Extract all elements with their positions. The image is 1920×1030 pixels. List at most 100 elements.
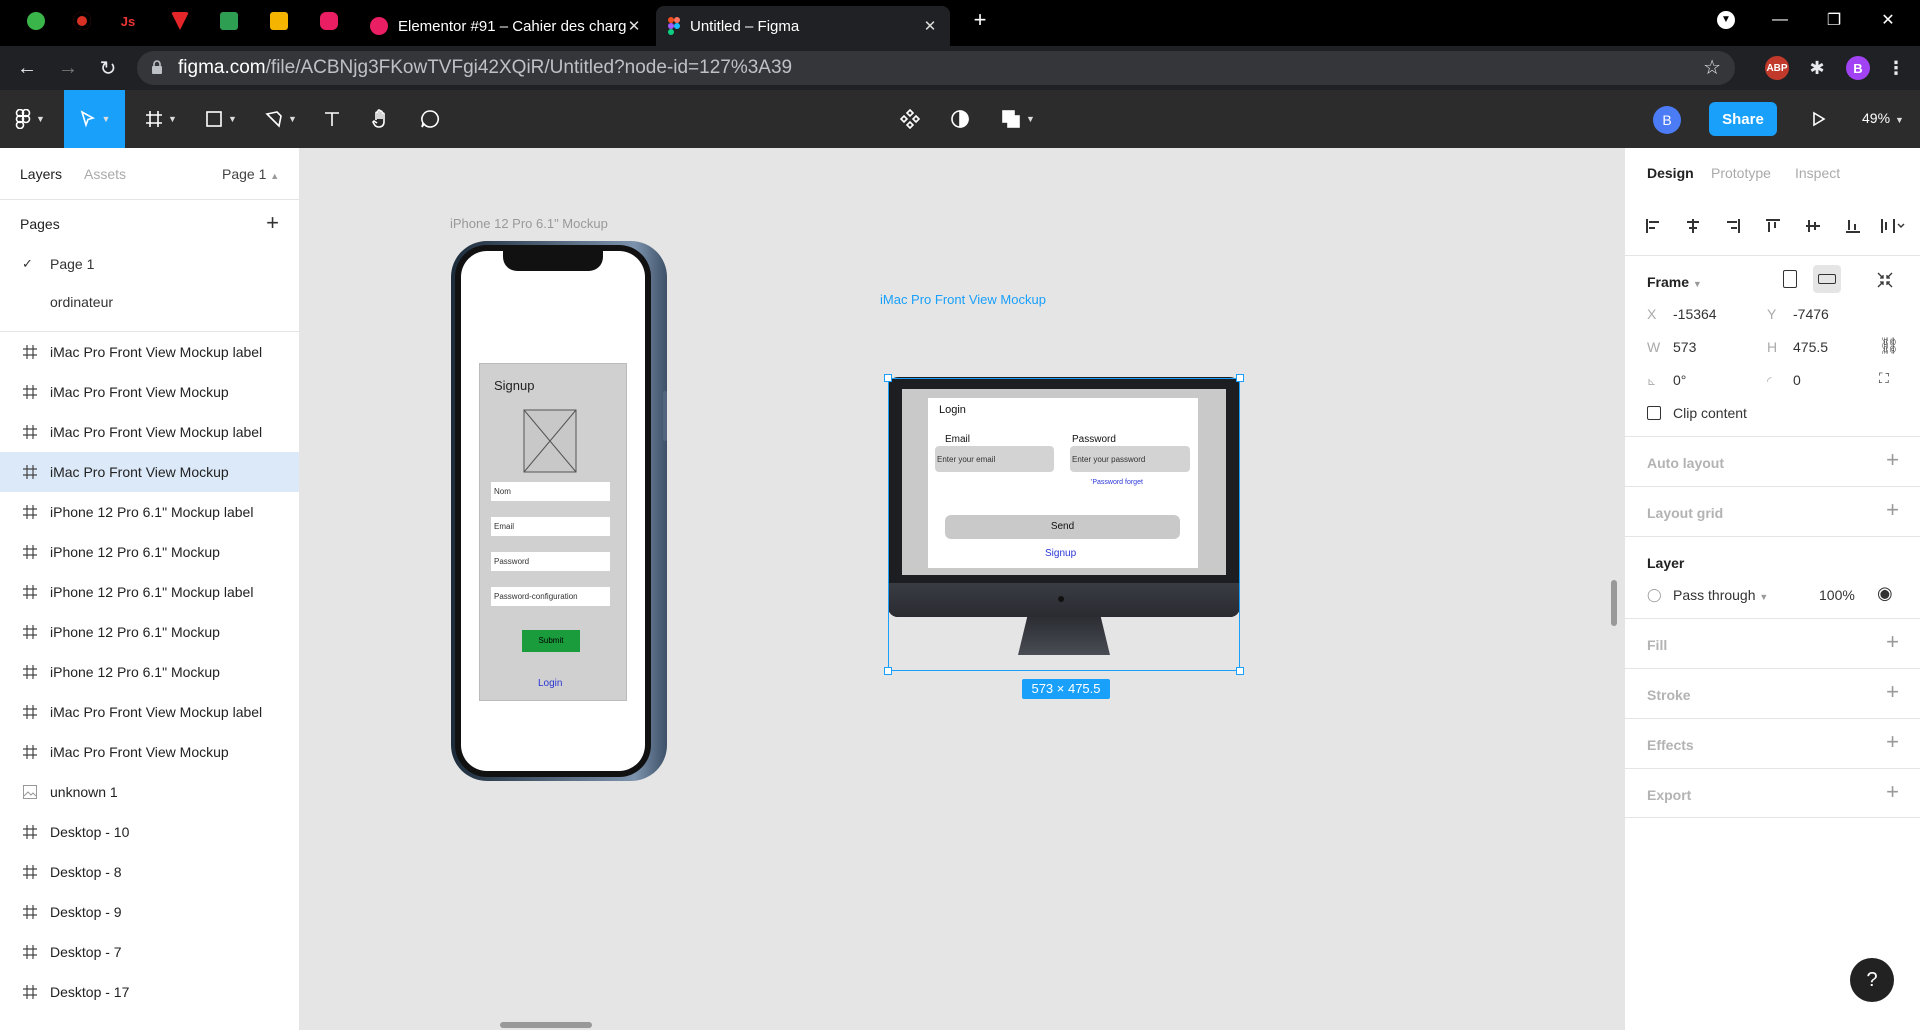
- align-middle-icon[interactable]: [1805, 218, 1821, 234]
- text-tool[interactable]: [318, 90, 346, 148]
- login-link[interactable]: Login: [538, 678, 562, 689]
- back-button[interactable]: ←: [13, 54, 41, 82]
- page-selector[interactable]: Page 1 ▲: [222, 166, 279, 182]
- user-avatar[interactable]: B: [1653, 106, 1681, 134]
- align-left-icon[interactable]: [1645, 218, 1661, 234]
- x-field[interactable]: X -15364: [1647, 306, 1717, 322]
- feather-icon[interactable]: [213, 8, 245, 34]
- frame-tool[interactable]: ▼: [138, 90, 184, 148]
- close-window-button[interactable]: ✕: [1868, 6, 1908, 34]
- tab-elementor[interactable]: Elementor #91 – Cahier des charg ✕: [358, 6, 654, 46]
- align-top-icon[interactable]: [1765, 218, 1781, 234]
- layer-row[interactable]: iMac Pro Front View Mockup label: [0, 692, 299, 732]
- tab-assets[interactable]: Assets: [84, 166, 126, 182]
- eye-icon[interactable]: ◉: [1877, 583, 1893, 604]
- tab-prototype[interactable]: Prototype: [1711, 165, 1771, 181]
- submit-button[interactable]: Submit: [522, 630, 580, 652]
- layer-row[interactable]: Desktop - 7: [0, 932, 299, 972]
- independent-corners-icon[interactable]: ⛶: [1879, 370, 1889, 387]
- align-bottom-icon[interactable]: [1845, 218, 1861, 234]
- resize-handle[interactable]: [1236, 374, 1244, 382]
- constrain-proportions-icon[interactable]: ⛓: [1879, 336, 1899, 356]
- canvas[interactable]: iPhone 12 Pro 6.1" Mockup Signup Nom Ema…: [300, 148, 1624, 1030]
- layer-row[interactable]: iMac Pro Front View Mockup: [0, 452, 299, 492]
- frame-dropdown[interactable]: Frame ▼: [1647, 274, 1702, 290]
- resize-handle[interactable]: [884, 667, 892, 675]
- layer-row[interactable]: iMac Pro Front View Mockup label: [0, 412, 299, 452]
- layer-row[interactable]: Desktop - 17: [0, 972, 299, 1012]
- password-field[interactable]: Password: [491, 552, 610, 571]
- tab-search-icon[interactable]: ▼: [1706, 6, 1746, 34]
- close-icon[interactable]: ✕: [922, 17, 938, 35]
- vertical-scrollbar[interactable]: [1611, 580, 1617, 626]
- add-icon[interactable]: +: [1886, 497, 1899, 523]
- phone-frame-label[interactable]: iPhone 12 Pro 6.1" Mockup: [450, 216, 608, 231]
- present-button[interactable]: [1804, 90, 1832, 148]
- add-icon[interactable]: +: [1886, 679, 1899, 705]
- layer-row[interactable]: iPhone 12 Pro 6.1" Mockup label: [0, 492, 299, 532]
- opacity-field[interactable]: 100%: [1819, 587, 1855, 603]
- width-field[interactable]: W 573: [1647, 339, 1696, 355]
- height-field[interactable]: H 475.5: [1767, 339, 1828, 355]
- layer-row[interactable]: iPhone 12 Pro 6.1" Mockup: [0, 612, 299, 652]
- help-button[interactable]: ?: [1850, 958, 1894, 1002]
- main-menu-button[interactable]: ▼: [8, 90, 52, 148]
- bookmark-star-icon[interactable]: ☆: [1703, 55, 1721, 80]
- tab-design[interactable]: Design: [1647, 165, 1694, 181]
- layer-row[interactable]: Desktop - 9: [0, 892, 299, 932]
- portrait-icon[interactable]: [1783, 270, 1797, 288]
- layer-row[interactable]: iPhone 12 Pro 6.1" Mockup: [0, 532, 299, 572]
- js-icon[interactable]: Js: [112, 8, 144, 34]
- url-field[interactable]: figma.com/file/ACBNjg3FKowTVFgi42XQiR/Un…: [137, 51, 1735, 85]
- slides-icon[interactable]: [263, 8, 295, 34]
- y-field[interactable]: Y -7476: [1767, 306, 1829, 322]
- align-center-h-icon[interactable]: [1685, 218, 1701, 234]
- layer-row[interactable]: iMac Pro Front View Mockup label: [0, 332, 299, 372]
- add-page-icon[interactable]: +: [266, 210, 279, 236]
- layer-row[interactable]: iPhone 12 Pro 6.1" Mockup label: [0, 572, 299, 612]
- move-tool[interactable]: ▼: [64, 90, 125, 148]
- minimize-button[interactable]: —: [1760, 6, 1800, 34]
- resize-to-fit-icon[interactable]: [1877, 272, 1893, 288]
- restore-button[interactable]: ❐: [1814, 6, 1854, 34]
- zoom-dropdown[interactable]: 49% ▼: [1862, 110, 1904, 126]
- layer-row[interactable]: Desktop - 8: [0, 852, 299, 892]
- new-tab-button[interactable]: +: [960, 6, 1000, 34]
- resize-handle[interactable]: [884, 374, 892, 382]
- reload-button[interactable]: ↻: [94, 54, 122, 82]
- page-item[interactable]: ordinateur: [0, 284, 299, 332]
- rotation-field[interactable]: ⊾ 0°: [1647, 372, 1686, 388]
- mask-button[interactable]: [946, 90, 974, 148]
- page-item[interactable]: ✓ Page 1: [0, 244, 299, 284]
- close-icon[interactable]: ✕: [626, 17, 642, 35]
- layer-row[interactable]: Desktop - 10: [0, 812, 299, 852]
- tab-figma[interactable]: Untitled – Figma ✕: [656, 6, 950, 46]
- tab-inspect[interactable]: Inspect: [1795, 165, 1840, 181]
- adblock-icon[interactable]: ABP: [1765, 56, 1789, 80]
- horizontal-scrollbar[interactable]: [500, 1022, 592, 1028]
- comment-tool[interactable]: [416, 90, 444, 148]
- components-button[interactable]: [896, 90, 924, 148]
- camera-icon[interactable]: [313, 8, 345, 34]
- radius-field[interactable]: ◜ 0: [1767, 372, 1801, 388]
- layer-row[interactable]: iPhone 12 Pro 6.1" Mockup: [0, 652, 299, 692]
- forward-button[interactable]: →: [54, 54, 82, 82]
- shape-tool[interactable]: ▼: [198, 90, 244, 148]
- layer-row[interactable]: iMac Pro Front View Mockup: [0, 372, 299, 412]
- email-field[interactable]: Email: [491, 517, 610, 536]
- layer-row[interactable]: unknown 1: [0, 772, 299, 812]
- blend-mode-dropdown[interactable]: Pass through ▼: [1673, 587, 1768, 603]
- record-icon[interactable]: [66, 8, 98, 34]
- add-icon[interactable]: +: [1886, 629, 1899, 655]
- layer-row[interactable]: iMac Pro Front View Mockup: [0, 732, 299, 772]
- iphone-mockup[interactable]: Signup Nom Email Password Password-confi…: [451, 241, 667, 781]
- hand-tool[interactable]: [366, 90, 394, 148]
- imac-frame-label[interactable]: iMac Pro Front View Mockup: [880, 292, 1046, 307]
- align-right-icon[interactable]: [1725, 218, 1741, 234]
- share-button[interactable]: Share: [1709, 102, 1777, 136]
- add-icon[interactable]: +: [1886, 447, 1899, 473]
- add-icon[interactable]: +: [1886, 779, 1899, 805]
- browser-menu-icon[interactable]: ⋮: [1884, 56, 1908, 80]
- distribute-icon[interactable]: [1881, 218, 1905, 234]
- pen-tool[interactable]: ▼: [258, 90, 304, 148]
